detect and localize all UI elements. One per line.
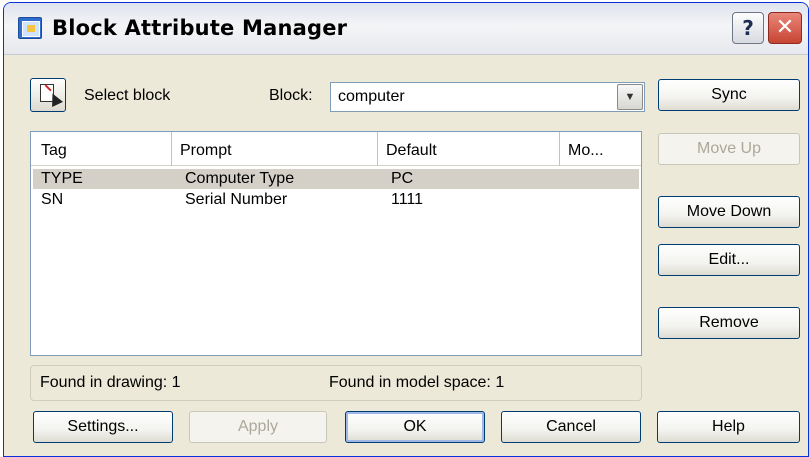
apply-button[interactable]: Apply (189, 411, 327, 443)
block-attribute-manager-icon (18, 17, 42, 39)
status-bar: Found in drawing: 1 Found in model space… (30, 365, 642, 401)
remove-button[interactable]: Remove (658, 307, 800, 339)
block-dropdown[interactable]: computer ▼ (330, 82, 645, 112)
column-header-mode[interactable]: Mo... (559, 132, 639, 166)
title-bar[interactable]: Block Attribute Manager ? ✕ (4, 3, 808, 55)
select-block-label: Select block (84, 87, 171, 104)
cell-tag: TYPE (41, 170, 83, 187)
help-button[interactable]: Help (657, 411, 800, 443)
dialog-title: Block Attribute Manager (52, 16, 348, 40)
cell-default: 1111 (391, 191, 424, 208)
column-header-default[interactable]: Default (377, 132, 559, 166)
ok-button[interactable]: OK (345, 411, 485, 443)
block-attribute-manager-dialog: Block Attribute Manager ? ✕ Select block… (3, 2, 809, 457)
cell-tag: SN (41, 191, 64, 208)
column-header-prompt[interactable]: Prompt (171, 132, 377, 166)
close-button[interactable]: ✕ (768, 12, 802, 44)
found-in-model-space-text: Found in model space: 1 (329, 374, 505, 391)
block-dropdown-value: computer (338, 88, 405, 105)
attribute-list-header: Tag Prompt Default Mo... (31, 132, 641, 166)
column-header-tag[interactable]: Tag (33, 132, 171, 166)
table-row[interactable]: TYPE Computer Type PC (33, 169, 639, 189)
cell-prompt: Serial Number (185, 191, 288, 208)
cancel-button[interactable]: Cancel (501, 411, 641, 443)
attribute-list[interactable]: Tag Prompt Default Mo... TYPE Computer T… (30, 131, 642, 356)
settings-button[interactable]: Settings... (33, 411, 173, 443)
found-in-drawing-text: Found in drawing: 1 (40, 374, 181, 391)
sync-button[interactable]: Sync (658, 79, 800, 111)
move-up-button[interactable]: Move Up (658, 133, 800, 165)
move-down-button[interactable]: Move Down (658, 196, 800, 228)
cell-default: PC (391, 170, 414, 187)
block-label: Block: (269, 87, 313, 104)
edit-button[interactable]: Edit... (658, 244, 800, 276)
help-title-button[interactable]: ? (732, 12, 764, 44)
chevron-down-icon[interactable]: ▼ (617, 84, 643, 110)
table-row[interactable]: SN Serial Number 1111 (33, 190, 639, 210)
select-block-button[interactable] (30, 78, 66, 112)
cell-prompt: Computer Type (185, 170, 295, 187)
